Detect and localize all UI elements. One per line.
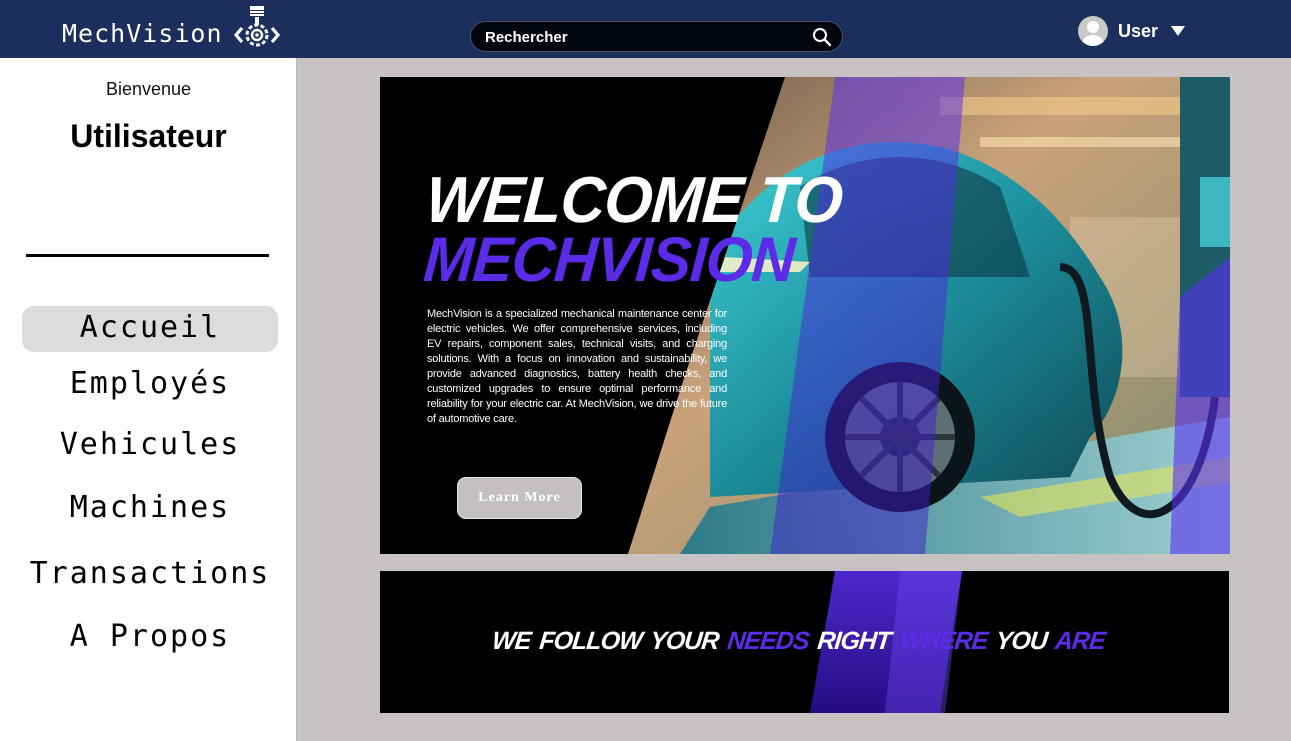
top-navigation-bar: MechVision User: [0, 0, 1291, 58]
tagline-word: RIGHT: [816, 627, 892, 655]
search-bar[interactable]: [470, 21, 843, 52]
nav-item-a-propos[interactable]: A Propos: [22, 615, 278, 661]
hero-title-line2: MECHVISION: [421, 224, 797, 295]
caret-down-icon[interactable]: [1170, 24, 1186, 38]
tagline-word: YOUR: [648, 627, 720, 655]
search-icon[interactable]: [812, 27, 832, 47]
learn-more-button[interactable]: Learn More: [457, 477, 582, 519]
brand[interactable]: MechVision: [62, 6, 281, 54]
tagline-word: WE: [490, 627, 532, 655]
user-label[interactable]: User: [1118, 21, 1158, 42]
tagline-word: YOU: [994, 627, 1049, 655]
tagline-word-accent: NEEDS: [725, 627, 811, 655]
nav-item-accueil[interactable]: Accueil: [22, 306, 278, 352]
sidebar: Bienvenue Utilisateur Accueil Employés V…: [0, 58, 297, 741]
nav-item-vehicules[interactable]: Vehicules: [22, 423, 278, 469]
tagline-word-accent: WHERE: [897, 627, 989, 655]
tagline-word: FOLLOW: [537, 627, 644, 655]
search-input[interactable]: [485, 27, 805, 47]
username: Utilisateur: [70, 118, 227, 154]
user-menu[interactable]: User: [1078, 16, 1186, 46]
tagline-banner: WE FOLLOW YOUR NEEDS RIGHT WHERE YOU ARE: [380, 571, 1229, 713]
piston-gear-logo-icon: [233, 6, 280, 47]
nav-item-employes[interactable]: Employés: [22, 362, 278, 408]
nav-item-machines[interactable]: Machines: [22, 486, 278, 532]
welcome-text: Bienvenue: [105, 79, 192, 99]
hero-description: MechVision is a specialized mechanical m…: [427, 308, 727, 425]
hero-banner: WELCOME TO MECHVISION MechVision is a sp…: [380, 77, 1230, 554]
tagline: WE FOLLOW YOUR NEEDS RIGHT WHERE YOU ARE: [403, 627, 1196, 656]
avatar-icon[interactable]: [1078, 16, 1108, 46]
brand-name: MechVision: [62, 18, 223, 48]
nav-item-transactions[interactable]: Transactions: [22, 552, 278, 598]
sidebar-divider: [26, 254, 269, 257]
tagline-word-accent: ARE: [1053, 627, 1107, 655]
